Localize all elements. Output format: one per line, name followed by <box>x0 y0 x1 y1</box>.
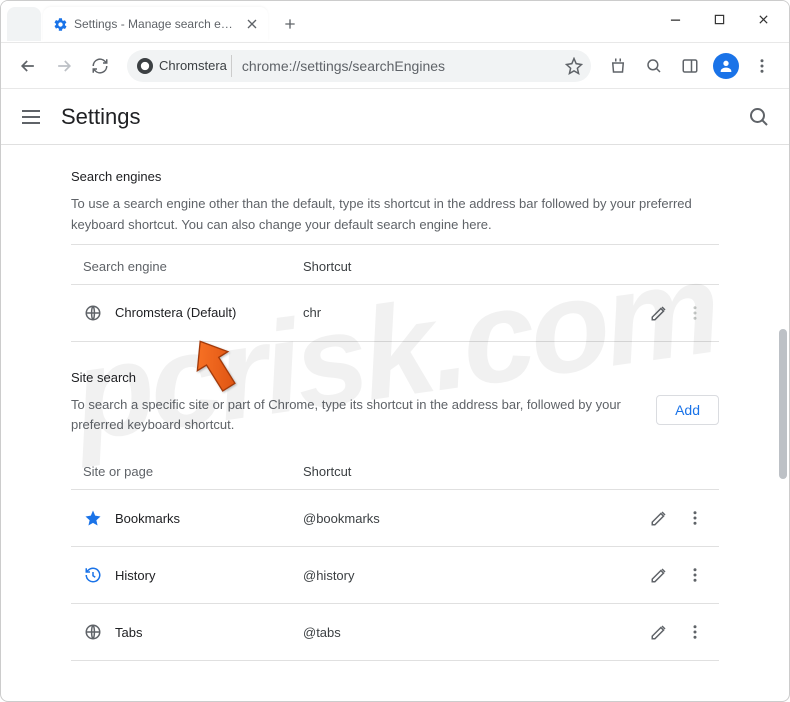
search-settings-button[interactable] <box>747 105 771 129</box>
site-shortcut: @history <box>303 568 643 583</box>
more-actions-button[interactable] <box>679 616 711 648</box>
site-name: History <box>115 568 155 583</box>
page-title: Settings <box>61 104 747 130</box>
section-description: To use a search engine other than the de… <box>71 194 719 236</box>
more-actions-button <box>679 297 711 329</box>
close-tab-button[interactable] <box>244 16 260 32</box>
globe-icon <box>83 303 103 323</box>
site-shortcut: @bookmarks <box>303 511 643 526</box>
forward-button[interactable] <box>47 49 81 83</box>
table-header: Site or page Shortcut <box>71 450 719 490</box>
back-button[interactable] <box>11 49 45 83</box>
site-name: Tabs <box>115 625 142 640</box>
gear-icon <box>53 17 68 32</box>
site-search-table: Site or page Shortcut Bookmarks @bookmar… <box>71 450 719 661</box>
section-title: Search engines <box>71 169 719 184</box>
blank-tab[interactable] <box>7 7 41 41</box>
col-shortcut-header: Shortcut <box>303 259 639 274</box>
edit-button[interactable] <box>643 297 675 329</box>
tab-strip: Settings - Manage search engi <box>1 1 653 41</box>
search-engines-section: Search engines To use a search engine ot… <box>71 169 719 342</box>
site-icon <box>137 58 153 74</box>
site-chip-label: Chromstera <box>159 58 227 73</box>
extension-icon[interactable] <box>601 49 635 83</box>
content-scroll-area[interactable]: Search engines To use a search engine ot… <box>1 145 789 702</box>
omnibox[interactable]: Chromstera chrome://settings/searchEngin… <box>127 50 591 82</box>
section-description: To search a specific site or part of Chr… <box>71 395 642 437</box>
url-text: chrome://settings/searchEngines <box>242 58 559 74</box>
section-title: Site search <box>71 370 719 385</box>
col-name-header: Site or page <box>83 464 303 479</box>
tab-title: Settings - Manage search engi <box>74 17 234 31</box>
hamburger-menu-button[interactable] <box>19 105 43 129</box>
more-actions-button[interactable] <box>679 502 711 534</box>
search-toolbar-icon[interactable] <box>637 49 671 83</box>
content: Search engines To use a search engine ot… <box>55 145 735 702</box>
engine-name: Chromstera (Default) <box>115 305 236 320</box>
col-shortcut-header: Shortcut <box>303 464 639 479</box>
scrollbar-thumb[interactable] <box>779 329 787 479</box>
table-row: Tabs @tabs <box>71 604 719 661</box>
bookmark-star-icon[interactable] <box>565 57 583 75</box>
site-name: Bookmarks <box>115 511 180 526</box>
profile-avatar[interactable] <box>713 53 739 79</box>
active-tab[interactable]: Settings - Manage search engi <box>43 7 268 41</box>
site-name-cell: Tabs <box>83 622 303 642</box>
col-name-header: Search engine <box>83 259 303 274</box>
engine-name-cell: Chromstera (Default) <box>83 303 303 323</box>
site-search-section: Site search To search a specific site or… <box>71 370 719 662</box>
globe-icon <box>83 622 103 642</box>
more-actions-button[interactable] <box>679 559 711 591</box>
new-tab-button[interactable] <box>276 10 304 38</box>
kebab-menu-button[interactable] <box>745 49 779 83</box>
site-name-cell: Bookmarks <box>83 508 303 528</box>
table-header: Search engine Shortcut <box>71 245 719 285</box>
search-engines-table: Search engine Shortcut Chromstera (Defau… <box>71 244 719 342</box>
history-icon <box>83 565 103 585</box>
reload-button[interactable] <box>83 49 117 83</box>
table-row: Bookmarks @bookmarks <box>71 490 719 547</box>
table-row: History @history <box>71 547 719 604</box>
edit-button[interactable] <box>643 616 675 648</box>
window-controls <box>653 1 789 35</box>
edit-button[interactable] <box>643 559 675 591</box>
engine-shortcut: chr <box>303 305 643 320</box>
table-row: Chromstera (Default) chr <box>71 285 719 342</box>
minimize-button[interactable] <box>653 3 697 35</box>
side-panel-icon[interactable] <box>673 49 707 83</box>
edit-button[interactable] <box>643 502 675 534</box>
maximize-button[interactable] <box>697 3 741 35</box>
star-icon <box>83 508 103 528</box>
close-window-button[interactable] <box>741 3 785 35</box>
settings-header: Settings <box>1 89 789 145</box>
site-shortcut: @tabs <box>303 625 643 640</box>
browser-window: pcrisk.com Settings - Manage search engi <box>0 0 790 702</box>
site-chip[interactable]: Chromstera <box>135 55 232 77</box>
titlebar: Settings - Manage search engi <box>1 1 789 43</box>
add-button[interactable]: Add <box>656 395 719 425</box>
site-name-cell: History <box>83 565 303 585</box>
browser-toolbar: Chromstera chrome://settings/searchEngin… <box>1 43 789 89</box>
